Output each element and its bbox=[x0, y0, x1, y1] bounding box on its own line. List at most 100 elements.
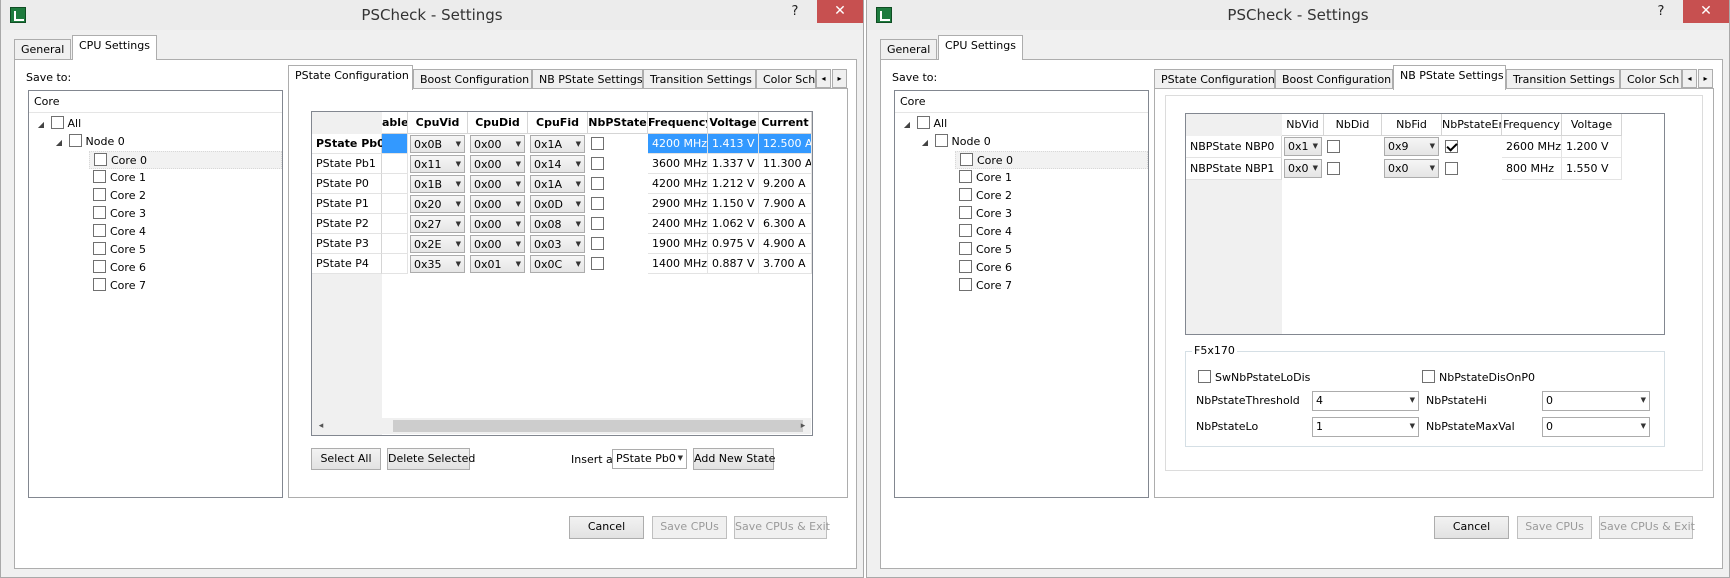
frequency-cell[interactable]: 2400 MHz bbox=[648, 214, 708, 234]
current-cell[interactable]: 7.900 A bbox=[759, 194, 812, 214]
enable-cell[interactable] bbox=[382, 234, 408, 254]
voltage-cell[interactable]: 1.150 V bbox=[708, 194, 759, 214]
maxval-dropdown[interactable]: 0 ▼ bbox=[1542, 417, 1650, 437]
dis-on-p0-checkbox[interactable] bbox=[1422, 370, 1435, 383]
checkbox-node-0[interactable] bbox=[68, 134, 82, 147]
enable-cell[interactable] bbox=[382, 254, 408, 274]
expand-icon[interactable]: ◢ bbox=[919, 134, 931, 152]
nbpstate-en-checkbox-box[interactable] bbox=[1445, 162, 1458, 175]
checkbox-core[interactable] bbox=[959, 188, 972, 201]
checkbox-core[interactable] bbox=[93, 278, 106, 291]
help-button[interactable]: ? bbox=[785, 2, 805, 22]
nbpstate-checkbox-box[interactable] bbox=[591, 197, 604, 210]
row-header[interactable]: PState P1 bbox=[312, 194, 382, 214]
row-header[interactable]: PState P0 bbox=[312, 174, 382, 194]
checkbox-core[interactable] bbox=[959, 206, 972, 219]
row-header[interactable]: PState Pb1 bbox=[312, 154, 382, 174]
voltage-cell[interactable]: 0.887 V bbox=[708, 254, 759, 274]
add-new-state-button[interactable]: Add New State bbox=[693, 448, 775, 470]
tab-boost-configuration[interactable]: Boost Configuration bbox=[413, 69, 532, 90]
current-cell[interactable]: 11.300 A bbox=[759, 154, 812, 174]
nbvid-dropdown[interactable]: 0x1 ▼ bbox=[1284, 137, 1322, 156]
delete-selected-button[interactable]: Delete Selected bbox=[387, 448, 475, 470]
help-button[interactable]: ? bbox=[1651, 2, 1671, 22]
close-button[interactable]: ✕ bbox=[1683, 0, 1729, 23]
tree-item-all[interactable]: ◢ All bbox=[35, 115, 81, 133]
cancel-button[interactable]: Cancel bbox=[1434, 516, 1509, 539]
nbpstate-checkbox-box[interactable] bbox=[591, 237, 604, 250]
row-header[interactable]: NBPState NBP1 bbox=[1186, 158, 1282, 180]
nbpstate-checkbox[interactable] bbox=[591, 237, 608, 251]
column-header[interactable]: NbVid bbox=[1282, 114, 1324, 136]
row-header[interactable]: PState P2 bbox=[312, 214, 382, 234]
save-cpus-exit-button[interactable]: Save CPUs & Exit bbox=[1599, 516, 1695, 539]
tab-scroll-right-icon[interactable]: ▸ bbox=[832, 69, 847, 88]
nbpstate-checkbox-box[interactable] bbox=[591, 257, 604, 270]
tree-item-core-1[interactable]: Core 1 bbox=[93, 169, 146, 187]
checkbox-core[interactable] bbox=[959, 242, 972, 255]
voltage-cell[interactable]: 1.550 V bbox=[1562, 158, 1622, 180]
horizontal-scrollbar[interactable]: ◂ ▸ bbox=[313, 418, 811, 434]
tab-transition-settings[interactable]: Transition Settings bbox=[643, 69, 756, 90]
nbpstate-en-checkbox-box[interactable] bbox=[1445, 140, 1458, 153]
scroll-right-icon[interactable]: ▸ bbox=[795, 418, 811, 434]
title-bar[interactable]: PSCheck - Settings ? ✕ bbox=[867, 0, 1729, 30]
nbpstate-en-checkbox[interactable] bbox=[1445, 162, 1462, 176]
row-header[interactable]: PState Pb0 bbox=[312, 134, 385, 154]
voltage-cell[interactable]: 1.062 V bbox=[708, 214, 759, 234]
checkbox-core[interactable] bbox=[959, 170, 972, 183]
checkbox-core[interactable] bbox=[959, 278, 972, 291]
checkbox-core[interactable] bbox=[960, 153, 973, 166]
nbpstate-en-checkbox[interactable] bbox=[1445, 140, 1462, 154]
current-cell[interactable]: 4.900 A bbox=[759, 234, 812, 254]
tree-item-core-2[interactable]: Core 2 bbox=[959, 187, 1012, 205]
tab-cpu-settings[interactable]: CPU Settings bbox=[72, 35, 157, 60]
insert-at-dropdown[interactable]: PState Pb0 ▼ bbox=[612, 449, 687, 469]
tree-item-all[interactable]: ◢ All bbox=[901, 115, 947, 133]
current-cell[interactable]: 12.500 A bbox=[759, 134, 812, 154]
tree-item-core-0[interactable]: Core 0 bbox=[955, 151, 1148, 169]
frequency-cell[interactable]: 1900 MHz bbox=[648, 234, 708, 254]
cpudid-dropdown[interactable]: 0x00 ▼ bbox=[470, 155, 525, 173]
nbpstate-checkbox-box[interactable] bbox=[591, 137, 604, 150]
hi-dropdown[interactable]: 0 ▼ bbox=[1542, 391, 1650, 411]
nbpstate-checkbox[interactable] bbox=[591, 157, 608, 171]
cpudid-dropdown[interactable]: 0x00 ▼ bbox=[470, 135, 525, 153]
checkbox-all[interactable] bbox=[50, 116, 64, 129]
cpudid-dropdown[interactable]: 0x00 ▼ bbox=[470, 215, 525, 233]
tree-item-core-5[interactable]: Core 5 bbox=[93, 241, 146, 259]
checkbox-core[interactable] bbox=[93, 260, 106, 273]
voltage-cell[interactable]: 1.212 V bbox=[708, 174, 759, 194]
tree-item-core-3[interactable]: Core 3 bbox=[959, 205, 1012, 223]
column-header[interactable]: able bbox=[382, 112, 408, 134]
column-header[interactable]: NbPState bbox=[588, 112, 648, 134]
checkbox-core[interactable] bbox=[959, 260, 972, 273]
tab-pstate-configuration[interactable]: PState Configuration bbox=[1154, 69, 1275, 90]
tree-item-core-4[interactable]: Core 4 bbox=[93, 223, 146, 241]
cpufid-dropdown[interactable]: 0x03 ▼ bbox=[530, 235, 585, 253]
frequency-cell[interactable]: 2900 MHz bbox=[648, 194, 708, 214]
tree-item-core-3[interactable]: Core 3 bbox=[93, 205, 146, 223]
cpudid-dropdown[interactable]: 0x00 ▼ bbox=[470, 195, 525, 213]
frequency-cell[interactable]: 2600 MHz bbox=[1502, 136, 1562, 158]
tab-scroll-right-icon[interactable]: ▸ bbox=[1698, 69, 1713, 88]
sw-lo-dis-checkbox[interactable] bbox=[1198, 370, 1211, 383]
tree-item-core-7[interactable]: Core 7 bbox=[959, 277, 1012, 295]
tab-general[interactable]: General bbox=[880, 39, 938, 60]
save-cpus-button[interactable]: Save CPUs bbox=[652, 516, 727, 539]
threshold-dropdown[interactable]: 4 ▼ bbox=[1312, 391, 1419, 411]
cpuvid-dropdown[interactable]: 0x27 ▼ bbox=[410, 215, 465, 233]
frequency-cell[interactable]: 800 MHz bbox=[1502, 158, 1562, 180]
tab-color-scheme[interactable]: Color Sch bbox=[1620, 69, 1682, 90]
tree-item-node-0[interactable]: ◢ Node 0 bbox=[919, 133, 991, 151]
cpuvid-dropdown[interactable]: 0x0B ▼ bbox=[410, 135, 465, 153]
tab-transition-settings[interactable]: Transition Settings bbox=[1506, 69, 1620, 90]
nbdid-checkbox-box[interactable] bbox=[1327, 140, 1340, 153]
nbpstate-checkbox[interactable] bbox=[591, 257, 608, 271]
sw-lo-dis-row[interactable]: SwNbPstateLoDis bbox=[1198, 370, 1310, 384]
tab-cpu-settings[interactable]: CPU Settings bbox=[938, 35, 1023, 60]
column-header[interactable]: NbFid bbox=[1382, 114, 1442, 136]
cpuvid-dropdown[interactable]: 0x11 ▼ bbox=[410, 155, 465, 173]
voltage-cell[interactable]: 1.200 V bbox=[1562, 136, 1622, 158]
tab-color-scheme[interactable]: Color Sch bbox=[756, 69, 816, 90]
